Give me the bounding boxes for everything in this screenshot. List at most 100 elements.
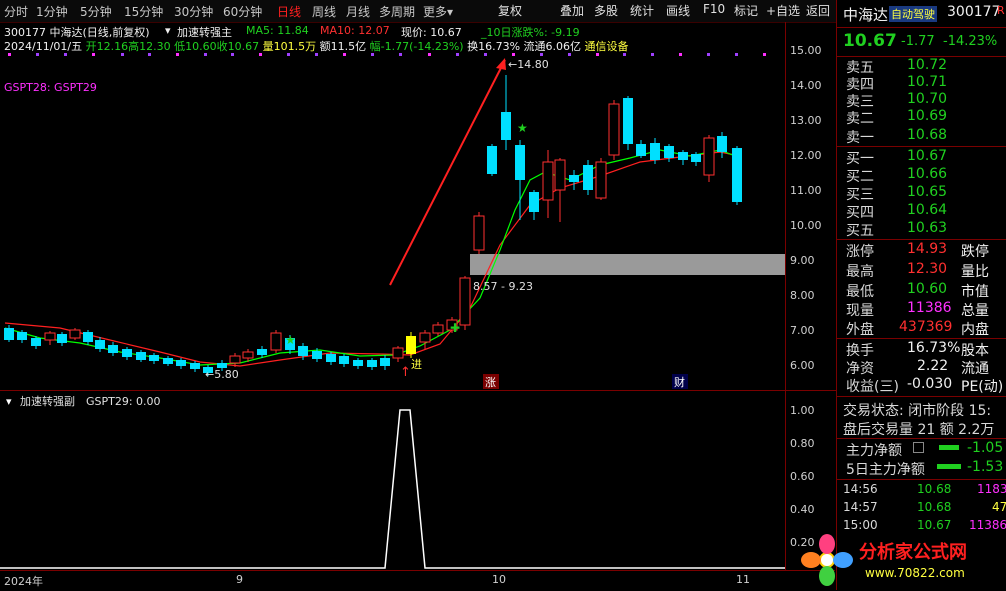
signal-dot — [512, 53, 515, 56]
price-tick: 9.00 — [790, 254, 815, 267]
overlay-button[interactable]: 叠加 — [560, 2, 584, 19]
period-tab[interactable]: 15分钟 — [124, 3, 163, 20]
tick-row: 14:57 10.68 47 — [843, 500, 1006, 514]
concept-badge[interactable]: 自动驾驶 — [889, 6, 937, 22]
net-flow-bar — [939, 445, 959, 450]
candle-body — [459, 277, 471, 326]
candle-body — [542, 161, 554, 201]
signal-dot — [343, 53, 346, 56]
f10-button[interactable]: F10 — [703, 2, 725, 16]
detail-icon[interactable] — [913, 442, 924, 453]
toolbar: 分时 1分钟 5分钟 15分钟 30分钟 60分钟 日线 周线 月线 多周期 更… — [0, 0, 836, 23]
signal-dot — [204, 53, 207, 56]
caret-down-icon: ▾ — [447, 5, 454, 19]
candle-body — [419, 332, 431, 343]
candle-body — [487, 146, 497, 174]
period-tab[interactable]: 30分钟 — [174, 3, 213, 20]
candle-body — [163, 358, 173, 364]
low-marker: ←5.80 — [205, 368, 239, 381]
stat-row: 最高 12.30 量比 — [846, 261, 989, 280]
draw-line-button[interactable]: 画线 — [666, 2, 690, 19]
multi-stock-button[interactable]: 多股 — [594, 2, 618, 19]
quote-panel: 中海达 自动驾驶 300177 R 10.67 -1.77 -14.23% 卖五… — [801, 0, 1006, 590]
candle-body — [270, 332, 282, 351]
enter-arrow-icon: ↑ — [400, 365, 411, 380]
sub-indicator-value: GSPT29: 0.00 — [86, 395, 161, 408]
sub-indicator-name: 加速转强副 — [20, 394, 75, 408]
add-watchlist-button[interactable]: +自选 — [766, 2, 800, 19]
period-tab[interactable]: 60分钟 — [223, 3, 262, 20]
sub-tick: 0.80 — [790, 437, 815, 450]
signal-dot — [707, 53, 710, 56]
candle-body — [190, 363, 200, 369]
candle-body — [44, 332, 56, 341]
signal-dot — [596, 53, 599, 56]
signal-dot — [399, 53, 402, 56]
dropdown-icon[interactable]: ▾ — [165, 24, 171, 37]
watermark-logo: 分析家公式网 www.70822.com — [797, 532, 1006, 588]
price-tick: 14.00 — [790, 79, 822, 92]
period-tab[interactable]: 5分钟 — [80, 3, 112, 20]
candle-body — [583, 165, 593, 190]
stock-name: 中海达 — [843, 6, 889, 24]
period-tab[interactable]: 周线 — [312, 3, 336, 20]
pane-divider[interactable] — [0, 390, 836, 391]
stats-button[interactable]: 统计 — [630, 2, 654, 19]
candle-body — [242, 351, 254, 359]
candle-body — [691, 154, 701, 162]
candle-body — [353, 360, 363, 366]
signal-dot — [735, 53, 738, 56]
candle-body — [515, 145, 525, 180]
candle-body — [69, 329, 81, 339]
signal-dot — [651, 53, 654, 56]
candle-body — [554, 159, 566, 191]
more-menu[interactable]: 更多▾ — [423, 3, 453, 20]
stat-row: 最低 10.60 市值 — [846, 281, 989, 300]
watermark-title: 分析家公式网 — [859, 542, 967, 563]
candle-body — [149, 355, 159, 361]
candlestick-chart[interactable]: GSPT28: GSPT29 ←14.80 ←5.80 8.57 - 9.23 … — [0, 40, 785, 390]
bid-row: 买二 10.66 — [846, 166, 948, 185]
period-tab[interactable]: 1分钟 — [36, 3, 68, 20]
price-tick: 12.00 — [790, 149, 822, 162]
back-button[interactable]: 返回 — [806, 2, 830, 19]
period-tab[interactable]: 多周期 — [379, 3, 415, 20]
fuquan-button[interactable]: 复权 — [498, 2, 522, 19]
candle-body — [136, 352, 146, 360]
candle-body — [339, 356, 349, 364]
ma10-value: MA10: 12.07 — [320, 24, 390, 37]
price-tick: 15.00 — [790, 44, 822, 57]
candle-body — [703, 137, 715, 176]
signal-dot — [315, 53, 318, 56]
candle-body — [17, 332, 27, 340]
candle-body — [298, 346, 308, 356]
candle-body — [380, 358, 390, 366]
candle-body — [595, 161, 607, 199]
price-summary: 10.67 -1.77 -14.23% — [837, 31, 1006, 55]
candle-body — [176, 360, 186, 366]
candle-body — [608, 103, 620, 156]
period-tab-active[interactable]: 日线 — [277, 3, 301, 20]
candle-body — [367, 360, 377, 367]
stat-row: 外盘 437369 内盘 — [846, 319, 989, 338]
candle-body — [229, 355, 241, 364]
period-tab[interactable]: 分时 — [4, 3, 28, 20]
ask-row: 卖二 10.69 — [846, 108, 948, 127]
flag-icon: ★ — [285, 333, 296, 347]
signal-dot — [36, 53, 39, 56]
stat-row: 净资 2.22 流通 — [846, 358, 989, 377]
candle-body — [312, 351, 322, 359]
sub-indicator-menu-icon: ▾ — [6, 395, 12, 408]
last-price: 10.67 — [843, 31, 897, 51]
sub-indicator-chart[interactable]: ▾ 加速转强副 GSPT29: 0.00 — [0, 392, 785, 570]
candle-body — [473, 215, 485, 251]
signal-dot — [484, 53, 487, 56]
mark-button[interactable]: 标记 — [734, 2, 758, 19]
signal-dot — [64, 53, 67, 56]
period-tab[interactable]: 月线 — [346, 3, 370, 20]
candle-body — [83, 332, 93, 342]
event-badge-cai-label: 财 — [674, 375, 685, 389]
candle-body — [529, 192, 539, 212]
candle-body — [664, 146, 674, 158]
tick-row: 14:56 10.68 1183 — [843, 482, 1006, 496]
